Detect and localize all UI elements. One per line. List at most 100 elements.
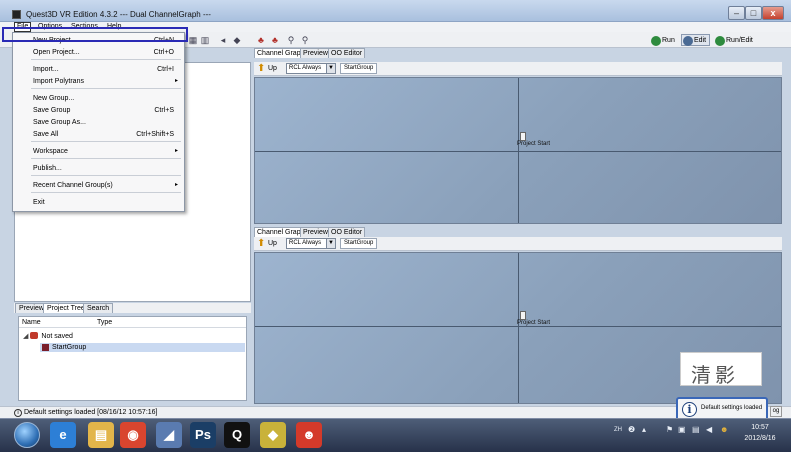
menu-item-exit[interactable]: Exit: [13, 197, 184, 208]
redo-icon[interactable]: ◆: [232, 35, 242, 45]
zoom-in-icon[interactable]: ⚲: [286, 35, 296, 45]
menu-separator: [31, 59, 181, 60]
run-edit-mode-button[interactable]: Run/Edit: [713, 34, 757, 46]
tree-header: Name Type: [19, 319, 246, 328]
menu-item-save-all[interactable]: Save All Ctrl+Shift+S: [13, 129, 184, 140]
channel-node-icon: [520, 311, 526, 320]
tab-search[interactable]: Search: [83, 303, 114, 313]
notification-text: Default settings loaded: [701, 405, 763, 411]
menu-item-label: Recent Channel Group(s): [33, 182, 113, 189]
top-rcl-select[interactable]: RCL Always ▼: [286, 63, 336, 74]
bottom-up-button[interactable]: ⬆ Up: [256, 238, 277, 250]
chevron-down-icon[interactable]: ▼: [326, 64, 335, 73]
menu-separator: [31, 88, 181, 89]
minimize-button[interactable]: –: [728, 6, 745, 20]
left-tab-strip: Preview Project Tree Search: [14, 303, 251, 313]
battery-icon[interactable]: ▤: [692, 425, 700, 434]
folder-up-icon: ⬆: [257, 63, 266, 74]
qq-tray-icon[interactable]: ☻: [720, 425, 728, 434]
bottom-up-label: Up: [268, 240, 277, 247]
bottom-tab-preview[interactable]: Preview: [300, 227, 331, 237]
edit-mode-label: Edit: [694, 37, 707, 44]
log-button[interactable]: og: [770, 406, 782, 417]
menu-separator: [31, 175, 181, 176]
top-group-tab[interactable]: StartGroup: [340, 63, 378, 74]
channels-icon[interactable]: ♣: [256, 35, 266, 45]
window-title: Quest3D VR Edition 4.3.2 --- Dual Channe…: [26, 10, 211, 19]
clock-time: 10:57: [751, 424, 769, 431]
edit-mode-button[interactable]: Edit: [681, 34, 711, 46]
channel-node-icon: [520, 132, 526, 141]
file-explorer-taskbar-icon[interactable]: ▤: [88, 422, 114, 448]
menu-item-import-polytrans[interactable]: Import Polytrans ▸: [13, 76, 184, 87]
menu-item-open-project[interactable]: Open Project... Ctrl+O: [13, 47, 184, 58]
menu-item-workspace[interactable]: Workspace ▸: [13, 146, 184, 157]
start-button[interactable]: [14, 422, 40, 448]
menu-item-publish[interactable]: Publish...: [13, 163, 184, 174]
chevron-down-icon[interactable]: ▼: [326, 239, 335, 248]
bottom-group-tab[interactable]: StartGroup: [340, 238, 378, 249]
menu-item-label: Workspace: [33, 148, 68, 155]
top-pane-toolbar: ⬆ Up RCL Always ▼ StartGroup: [254, 62, 782, 76]
tray-language[interactable]: ZH: [614, 427, 622, 433]
menu-separator: [31, 192, 181, 193]
book-icon[interactable]: ▥: [200, 35, 210, 45]
tree-root-item[interactable]: ◢ Not saved: [23, 332, 73, 340]
qq-taskbar-icon[interactable]: ☻: [296, 422, 322, 448]
bottom-rcl-select[interactable]: RCL Always ▼: [286, 238, 336, 249]
run-mode-button[interactable]: Run: [649, 34, 679, 46]
top-horizontal-axis: [255, 151, 781, 152]
menu-item-shortcut: Ctrl+O: [153, 49, 174, 56]
menu-item-label: Import...: [33, 66, 59, 73]
zoom-out-icon[interactable]: ⚲: [300, 35, 310, 45]
tab-project-tree[interactable]: Project Tree: [43, 303, 89, 313]
menu-item-label: Import Polytrans: [33, 78, 84, 85]
tray-arrow-icon[interactable]: ▴: [642, 425, 646, 434]
menu-item-label: Save Group: [33, 107, 71, 114]
folder-taskbar-icon[interactable]: ◆: [260, 422, 286, 448]
layout-icon[interactable]: ▦: [188, 35, 198, 45]
maximize-button[interactable]: □: [745, 6, 762, 20]
media-taskbar-icon[interactable]: ◢: [156, 422, 182, 448]
column-name-header[interactable]: Name: [22, 319, 41, 326]
bottom-node-label: Project Start: [517, 320, 551, 326]
internet-explorer-taskbar-icon[interactable]: e: [50, 422, 76, 448]
clock[interactable]: 10:57 2012/8/16: [740, 422, 780, 444]
channels-link-icon[interactable]: ♣: [270, 35, 280, 45]
column-type-header[interactable]: Type: [97, 319, 112, 326]
bottom-tab-oo-editor[interactable]: OO Editor: [328, 227, 366, 237]
close-button[interactable]: x: [762, 6, 784, 20]
menu-item-label: Publish...: [33, 165, 62, 172]
menu-item-save-group-as[interactable]: Save Group As...: [13, 117, 184, 128]
undo-icon[interactable]: ◂: [218, 35, 228, 45]
photoshop-taskbar-icon[interactable]: Ps: [190, 422, 216, 448]
import-highlight-box: [2, 27, 188, 42]
network-icon[interactable]: ▣: [678, 425, 686, 434]
file-dropdown-menu: New Project... Ctrl+N Open Project... Ctrl+…: [12, 32, 185, 212]
top-up-button[interactable]: ⬆ Up: [256, 63, 277, 75]
bottom-rcl-value: RCL Always: [289, 240, 322, 246]
chrome-taskbar-icon[interactable]: ◉: [120, 422, 146, 448]
collapse-arrow-icon[interactable]: ◢: [23, 332, 28, 340]
submenu-arrow-icon: ▸: [174, 182, 178, 188]
tree-child-item[interactable]: StartGroup: [40, 343, 245, 352]
clock-date: 2012/8/16: [744, 435, 776, 442]
watermark-text: 清影: [691, 363, 739, 387]
menu-item-new-group[interactable]: New Group...: [13, 93, 184, 104]
menu-item-import[interactable]: Import... Ctrl+I: [13, 64, 184, 75]
quest3d-taskbar-icon[interactable]: Q: [224, 422, 250, 448]
top-tab-preview[interactable]: Preview: [300, 48, 331, 58]
top-channel-graph-canvas[interactable]: Project Start: [254, 77, 782, 224]
bottom-vertical-axis: [518, 253, 519, 403]
menu-separator: [31, 158, 181, 159]
volume-icon[interactable]: ◀: [706, 425, 712, 434]
folder-up-icon: ⬆: [257, 238, 266, 249]
project-icon: [30, 332, 39, 339]
flag-icon[interactable]: ⚑: [666, 425, 673, 434]
top-tab-oo-editor[interactable]: OO Editor: [328, 48, 366, 58]
menu-item-save-group[interactable]: Save Group Ctrl+S: [13, 105, 184, 116]
menu-item-recent-channel-group-s[interactable]: Recent Channel Group(s) ▸: [13, 180, 184, 191]
bottom-horizontal-axis: [255, 326, 781, 327]
menu-item-label: New Group...: [33, 95, 75, 102]
help-icon[interactable]: ❷: [628, 425, 635, 434]
